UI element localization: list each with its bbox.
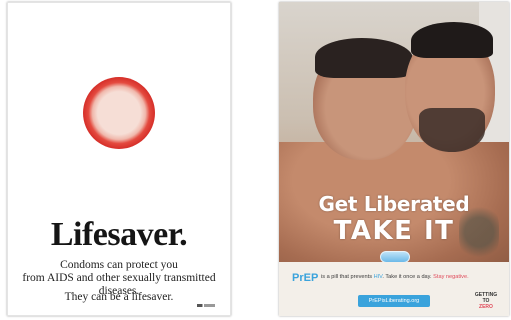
prep-text-2: . Take it once a day. (382, 274, 432, 280)
poster-lifesaver: Lifesaver. Condoms can protect you from … (7, 2, 231, 316)
poster-title: Lifesaver. (50, 216, 188, 253)
prep-text-1: is a pill that prevents (321, 274, 372, 280)
prep-description: is a pill that prevents HIV. Take it onc… (321, 274, 469, 280)
person-right-beard (419, 108, 485, 152)
prep-label: PrEP (292, 272, 319, 284)
getting-label: GETTING TO (474, 292, 498, 304)
prep-text-negative: Stay negative. (433, 274, 469, 280)
person-right-hair (411, 22, 493, 58)
condom-ring-image (83, 77, 155, 149)
logo-mark (197, 304, 215, 307)
headline-get-liberated: Get Liberated (318, 192, 470, 216)
headline-take-it: TAKE IT (333, 216, 455, 246)
body-line-1: Condoms can protect you (60, 259, 178, 271)
poster-prep: Get Liberated TAKE IT PrEP is a pill tha… (279, 2, 509, 316)
poster-tagline: They can be a lifesaver. (64, 291, 174, 303)
getting-to-zero-logo: GETTING TO ZERO (473, 292, 499, 310)
website-link-button[interactable]: PrEPisLiberating.org (358, 295, 430, 307)
person-left-hair (315, 38, 413, 78)
zero-label: ZERO (479, 304, 493, 310)
